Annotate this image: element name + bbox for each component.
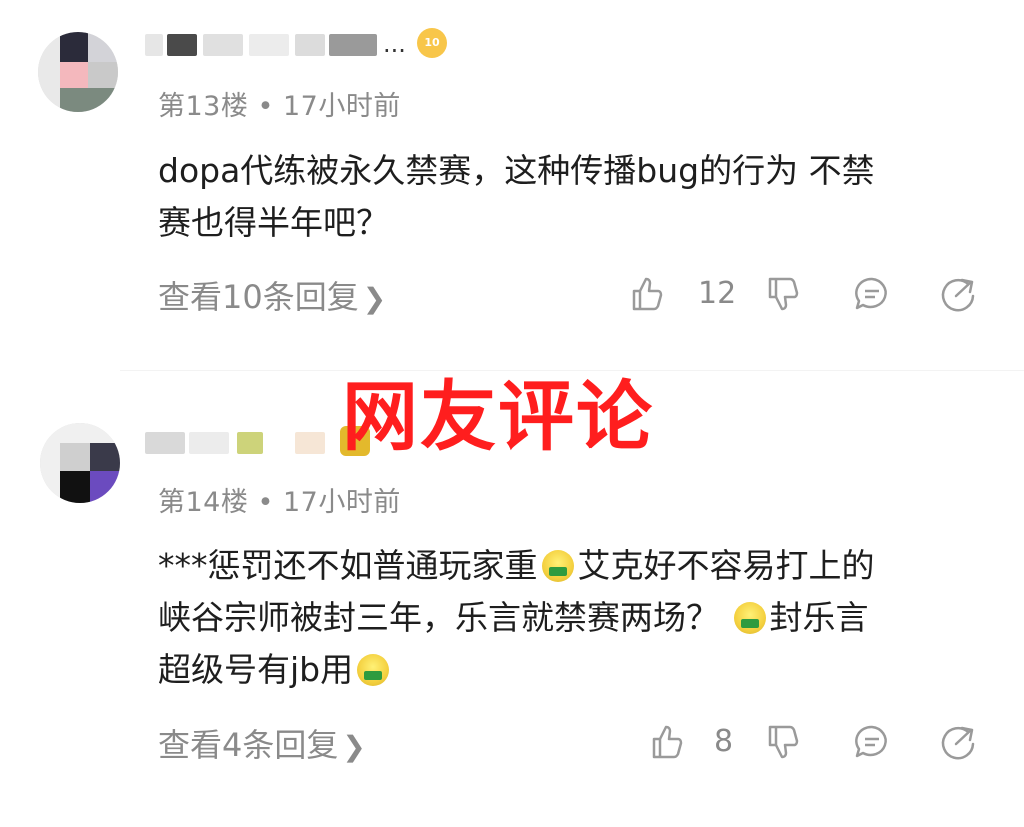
- comment-time: 17小时前: [282, 91, 401, 122]
- comment-text-part: ***惩罚还不如普通玩家重: [158, 546, 538, 585]
- chevron-right-icon: ❯: [342, 730, 366, 763]
- comment-actions: 查看10条回复 ❯ 12: [0, 264, 1024, 324]
- comment-meta: 第13楼 • 17小时前: [158, 84, 401, 123]
- username-ellipsis: ...: [383, 30, 406, 58]
- like-count: 8: [714, 724, 734, 759]
- comment-bubble-icon[interactable]: [852, 722, 892, 762]
- user-avatar[interactable]: [38, 32, 118, 112]
- view-replies-label: 查看10条回复: [158, 278, 359, 316]
- meta-separator: •: [257, 91, 274, 122]
- view-replies-label: 查看4条回复: [158, 726, 339, 764]
- thumb-down-icon[interactable]: [762, 722, 802, 762]
- thumb-down-icon[interactable]: [762, 274, 802, 314]
- comment-text: dopa代练被永久禁赛，这种传播bug的行为 不禁 赛也得半年吧？: [158, 151, 875, 242]
- vomit-emoji-icon: [541, 550, 574, 582]
- comment-actions: 查看4条回复 ❯ 8: [0, 712, 1024, 772]
- level-badge: 10: [417, 28, 447, 58]
- comment-time: 17小时前: [282, 487, 401, 518]
- username[interactable]: ... 10: [145, 28, 447, 70]
- vomit-emoji-icon: [357, 654, 390, 686]
- view-replies-link[interactable]: 查看10条回复 ❯: [158, 272, 386, 318]
- share-icon[interactable]: [938, 722, 978, 762]
- comment-text: ***惩罚还不如普通玩家重 艾克好不容易打上的 峡谷宗师被封三年，乐言就禁赛两场？…: [158, 540, 978, 696]
- like-count: 12: [698, 276, 737, 311]
- share-icon[interactable]: [938, 274, 978, 314]
- comment-bubble-icon[interactable]: [852, 274, 892, 314]
- floor-label: 第14楼: [158, 487, 249, 518]
- level-badge-number: 10: [424, 36, 440, 49]
- chevron-right-icon: ❯: [362, 282, 387, 315]
- thumb-up-icon[interactable]: [626, 274, 666, 314]
- user-avatar[interactable]: [40, 423, 120, 503]
- comment-meta: 第14楼 • 17小时前: [158, 480, 401, 519]
- meta-separator: •: [257, 487, 274, 518]
- view-replies-link[interactable]: 查看4条回复 ❯: [158, 720, 366, 766]
- thumb-up-icon[interactable]: [646, 722, 686, 762]
- overlay-title: 网友评论: [342, 372, 654, 461]
- floor-label: 第13楼: [158, 91, 249, 122]
- comment-13: ... 10 第13楼 • 17小时前 dopa代练被永久禁赛，这种传播bug的…: [0, 0, 1024, 380]
- vomit-emoji-icon: [733, 602, 766, 634]
